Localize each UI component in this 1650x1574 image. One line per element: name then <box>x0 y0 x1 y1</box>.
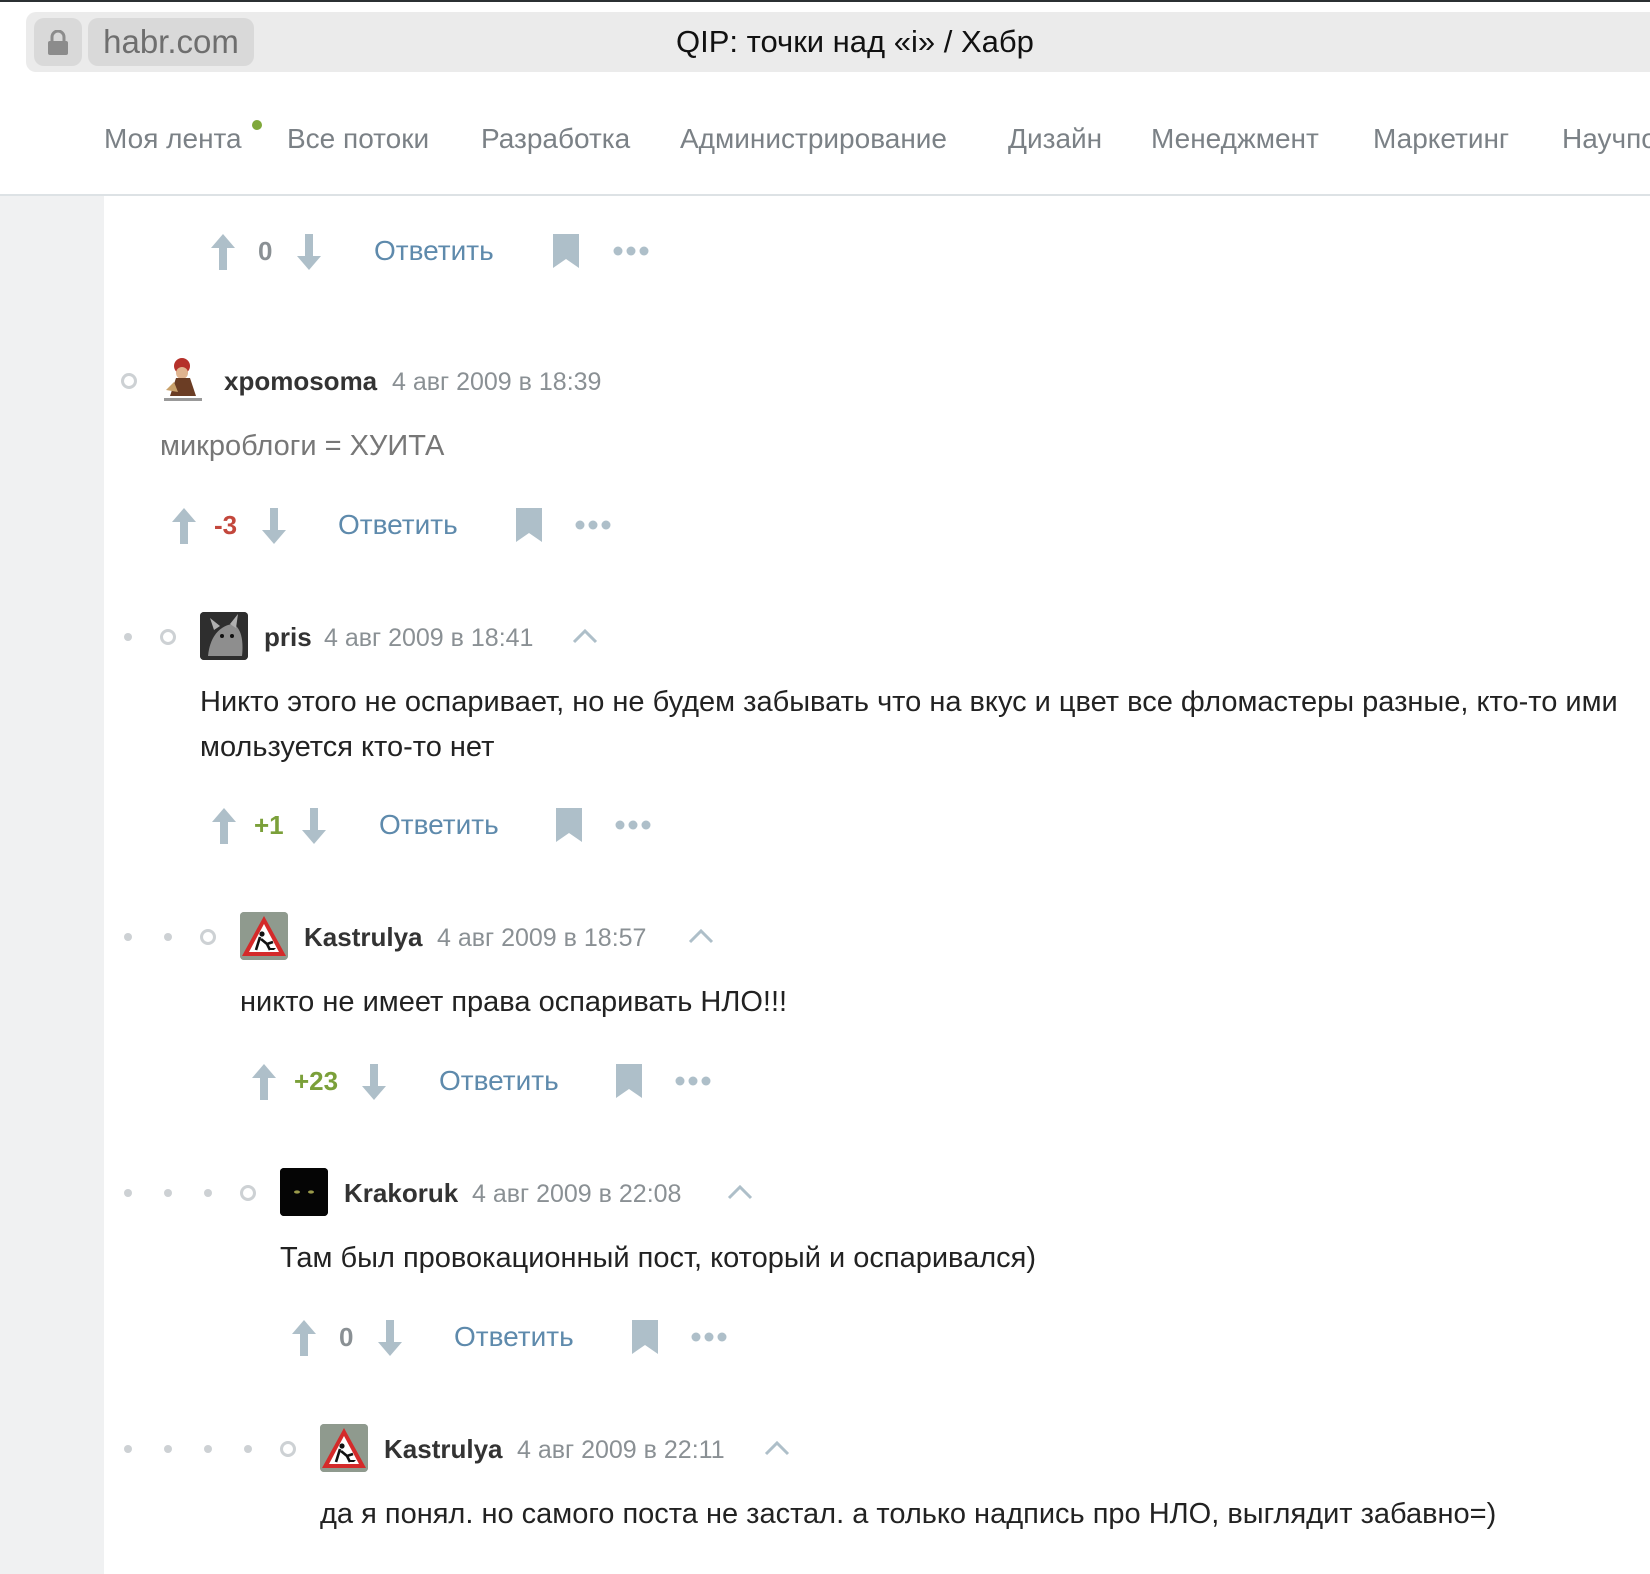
comment-author[interactable]: Krakoruk <box>344 1178 458 1208</box>
score: +1 <box>254 810 284 840</box>
thread-level-indicator[interactable] <box>164 1189 172 1197</box>
chevron-up-icon[interactable] <box>688 928 714 944</box>
comment-actions: -3 Ответить <box>172 506 632 546</box>
chevron-up-icon[interactable] <box>764 1440 790 1456</box>
thread-level-indicator[interactable] <box>204 1445 212 1453</box>
comment-header: pris 4 авг 2009 в 18:41 <box>0 612 1650 662</box>
thread-level-indicator[interactable] <box>160 629 176 645</box>
comment-header: Kastrulya 4 авг 2009 в 18:57 <box>0 912 1650 962</box>
downvote-arrow-icon[interactable] <box>362 1064 386 1100</box>
comment-header: xpomosoma 4 авг 2009 в 18:39 <box>0 356 1650 406</box>
comment-author[interactable]: xpomosoma <box>224 366 377 396</box>
upvote-arrow-icon[interactable] <box>292 1320 316 1356</box>
comment-header: Krakoruk 4 авг 2009 в 22:08 <box>0 1168 1650 1218</box>
comment-timestamp[interactable]: 4 авг 2009 в 18:41 <box>324 623 533 653</box>
more-options-icon[interactable] <box>613 246 649 256</box>
comment-timestamp[interactable]: 4 авг 2009 в 22:11 <box>517 1435 725 1465</box>
thread-level-indicator[interactable] <box>124 1189 132 1197</box>
score: 0 <box>339 1322 354 1352</box>
avatar[interactable] <box>280 1168 328 1216</box>
nav-all-streams[interactable]: Все потоки <box>287 122 429 156</box>
more-options-icon[interactable] <box>575 520 611 530</box>
upvote-arrow-icon[interactable] <box>211 234 235 270</box>
reply-link[interactable]: Ответить <box>374 236 494 266</box>
downvote-arrow-icon[interactable] <box>297 234 321 270</box>
downvote-arrow-icon[interactable] <box>262 508 286 544</box>
comment-author[interactable]: pris <box>264 622 312 652</box>
thread-level-indicator[interactable] <box>240 1185 256 1201</box>
thread-level-indicator[interactable] <box>200 929 216 945</box>
thread-level-indicator[interactable] <box>121 373 137 389</box>
score: -3 <box>214 510 238 540</box>
more-options-icon[interactable] <box>691 1332 727 1342</box>
thread-level-indicator[interactable] <box>124 933 132 941</box>
thread-level-indicator[interactable] <box>124 1445 132 1453</box>
upvote-arrow-icon[interactable] <box>172 508 196 544</box>
bookmark-icon[interactable] <box>632 1320 658 1354</box>
nav-science[interactable]: Научпо <box>1562 122 1650 156</box>
comment-actions: +23 Ответить <box>252 1062 722 1102</box>
comment-text: Там был провокационный пост, который и о… <box>280 1242 1037 1274</box>
bookmark-icon[interactable] <box>516 508 542 542</box>
downvote-arrow-icon[interactable] <box>302 808 326 844</box>
lock-icon <box>48 30 68 55</box>
comment-text: да я понял. но самого поста не застал. а… <box>320 1498 1497 1530</box>
window-top-border <box>0 0 1650 2</box>
comment-timestamp[interactable]: 4 авг 2009 в 18:39 <box>392 367 601 397</box>
reply-link[interactable]: Ответить <box>439 1066 559 1096</box>
comment-actions: 0 Ответить <box>211 232 671 272</box>
thread-level-indicator[interactable] <box>204 1189 212 1197</box>
comment-text: Никто этого не оспаривает, но не будем з… <box>200 686 1618 763</box>
upvote-arrow-icon[interactable] <box>212 808 236 844</box>
nav-development[interactable]: Разработка <box>481 122 630 156</box>
comment-timestamp[interactable]: 4 авг 2009 в 22:08 <box>472 1179 681 1209</box>
nav-my-feed[interactable]: Моя лента <box>104 122 242 156</box>
domain-label[interactable]: habr.com <box>88 18 254 66</box>
comment-text: никто не имеет права оспаривать НЛО!!! <box>240 986 788 1018</box>
chevron-up-icon[interactable] <box>572 628 598 644</box>
thread-level-indicator[interactable] <box>280 1441 296 1457</box>
comment-actions: +1 Ответить <box>212 806 672 846</box>
thread-level-indicator[interactable] <box>164 933 172 941</box>
address-bar[interactable]: habr.com QIP: точки над «i» / Хабр <box>26 12 1650 72</box>
nav-management[interactable]: Менеджмент <box>1151 122 1319 156</box>
thread-level-indicator[interactable] <box>244 1445 252 1453</box>
comment-timestamp[interactable]: 4 авг 2009 в 18:57 <box>437 923 646 953</box>
bookmark-icon[interactable] <box>553 234 579 268</box>
reply-link[interactable]: Ответить <box>379 810 499 840</box>
reply-link[interactable]: Ответить <box>338 510 458 540</box>
unread-dot <box>252 120 262 130</box>
section-nav: Моя лента Все потоки Разработка Админист… <box>0 84 1650 196</box>
avatar[interactable] <box>200 612 248 660</box>
score: +23 <box>294 1066 339 1096</box>
avatar[interactable] <box>320 1424 368 1472</box>
downvote-arrow-icon[interactable] <box>378 1320 402 1356</box>
chevron-up-icon[interactable] <box>727 1184 753 1200</box>
page-title: QIP: точки над «i» / Хабр <box>676 24 1034 59</box>
comment-text: микроблоги = ХУИТА <box>160 430 445 462</box>
upvote-arrow-icon[interactable] <box>252 1064 276 1100</box>
nav-administration[interactable]: Администрирование <box>680 122 947 156</box>
comment-author[interactable]: Kastrulya <box>304 922 423 952</box>
comment-header: Kastrulya 4 авг 2009 в 22:11 <box>0 1424 1650 1474</box>
thread-level-indicator[interactable] <box>124 633 132 641</box>
score: 0 <box>258 236 273 266</box>
reply-link[interactable]: Ответить <box>454 1322 574 1352</box>
nav-marketing[interactable]: Маркетинг <box>1373 122 1509 156</box>
lock-button[interactable] <box>34 18 82 66</box>
more-options-icon[interactable] <box>675 1076 711 1086</box>
comment-actions: 0 Ответить <box>292 1318 752 1358</box>
nav-design[interactable]: Дизайн <box>1008 122 1102 156</box>
bookmark-icon[interactable] <box>556 808 582 842</box>
more-options-icon[interactable] <box>615 820 651 830</box>
comment-author[interactable]: Kastrulya <box>384 1434 503 1464</box>
bookmark-icon[interactable] <box>616 1064 642 1098</box>
avatar[interactable] <box>240 912 288 960</box>
thread-level-indicator[interactable] <box>164 1445 172 1453</box>
avatar[interactable] <box>160 356 206 404</box>
